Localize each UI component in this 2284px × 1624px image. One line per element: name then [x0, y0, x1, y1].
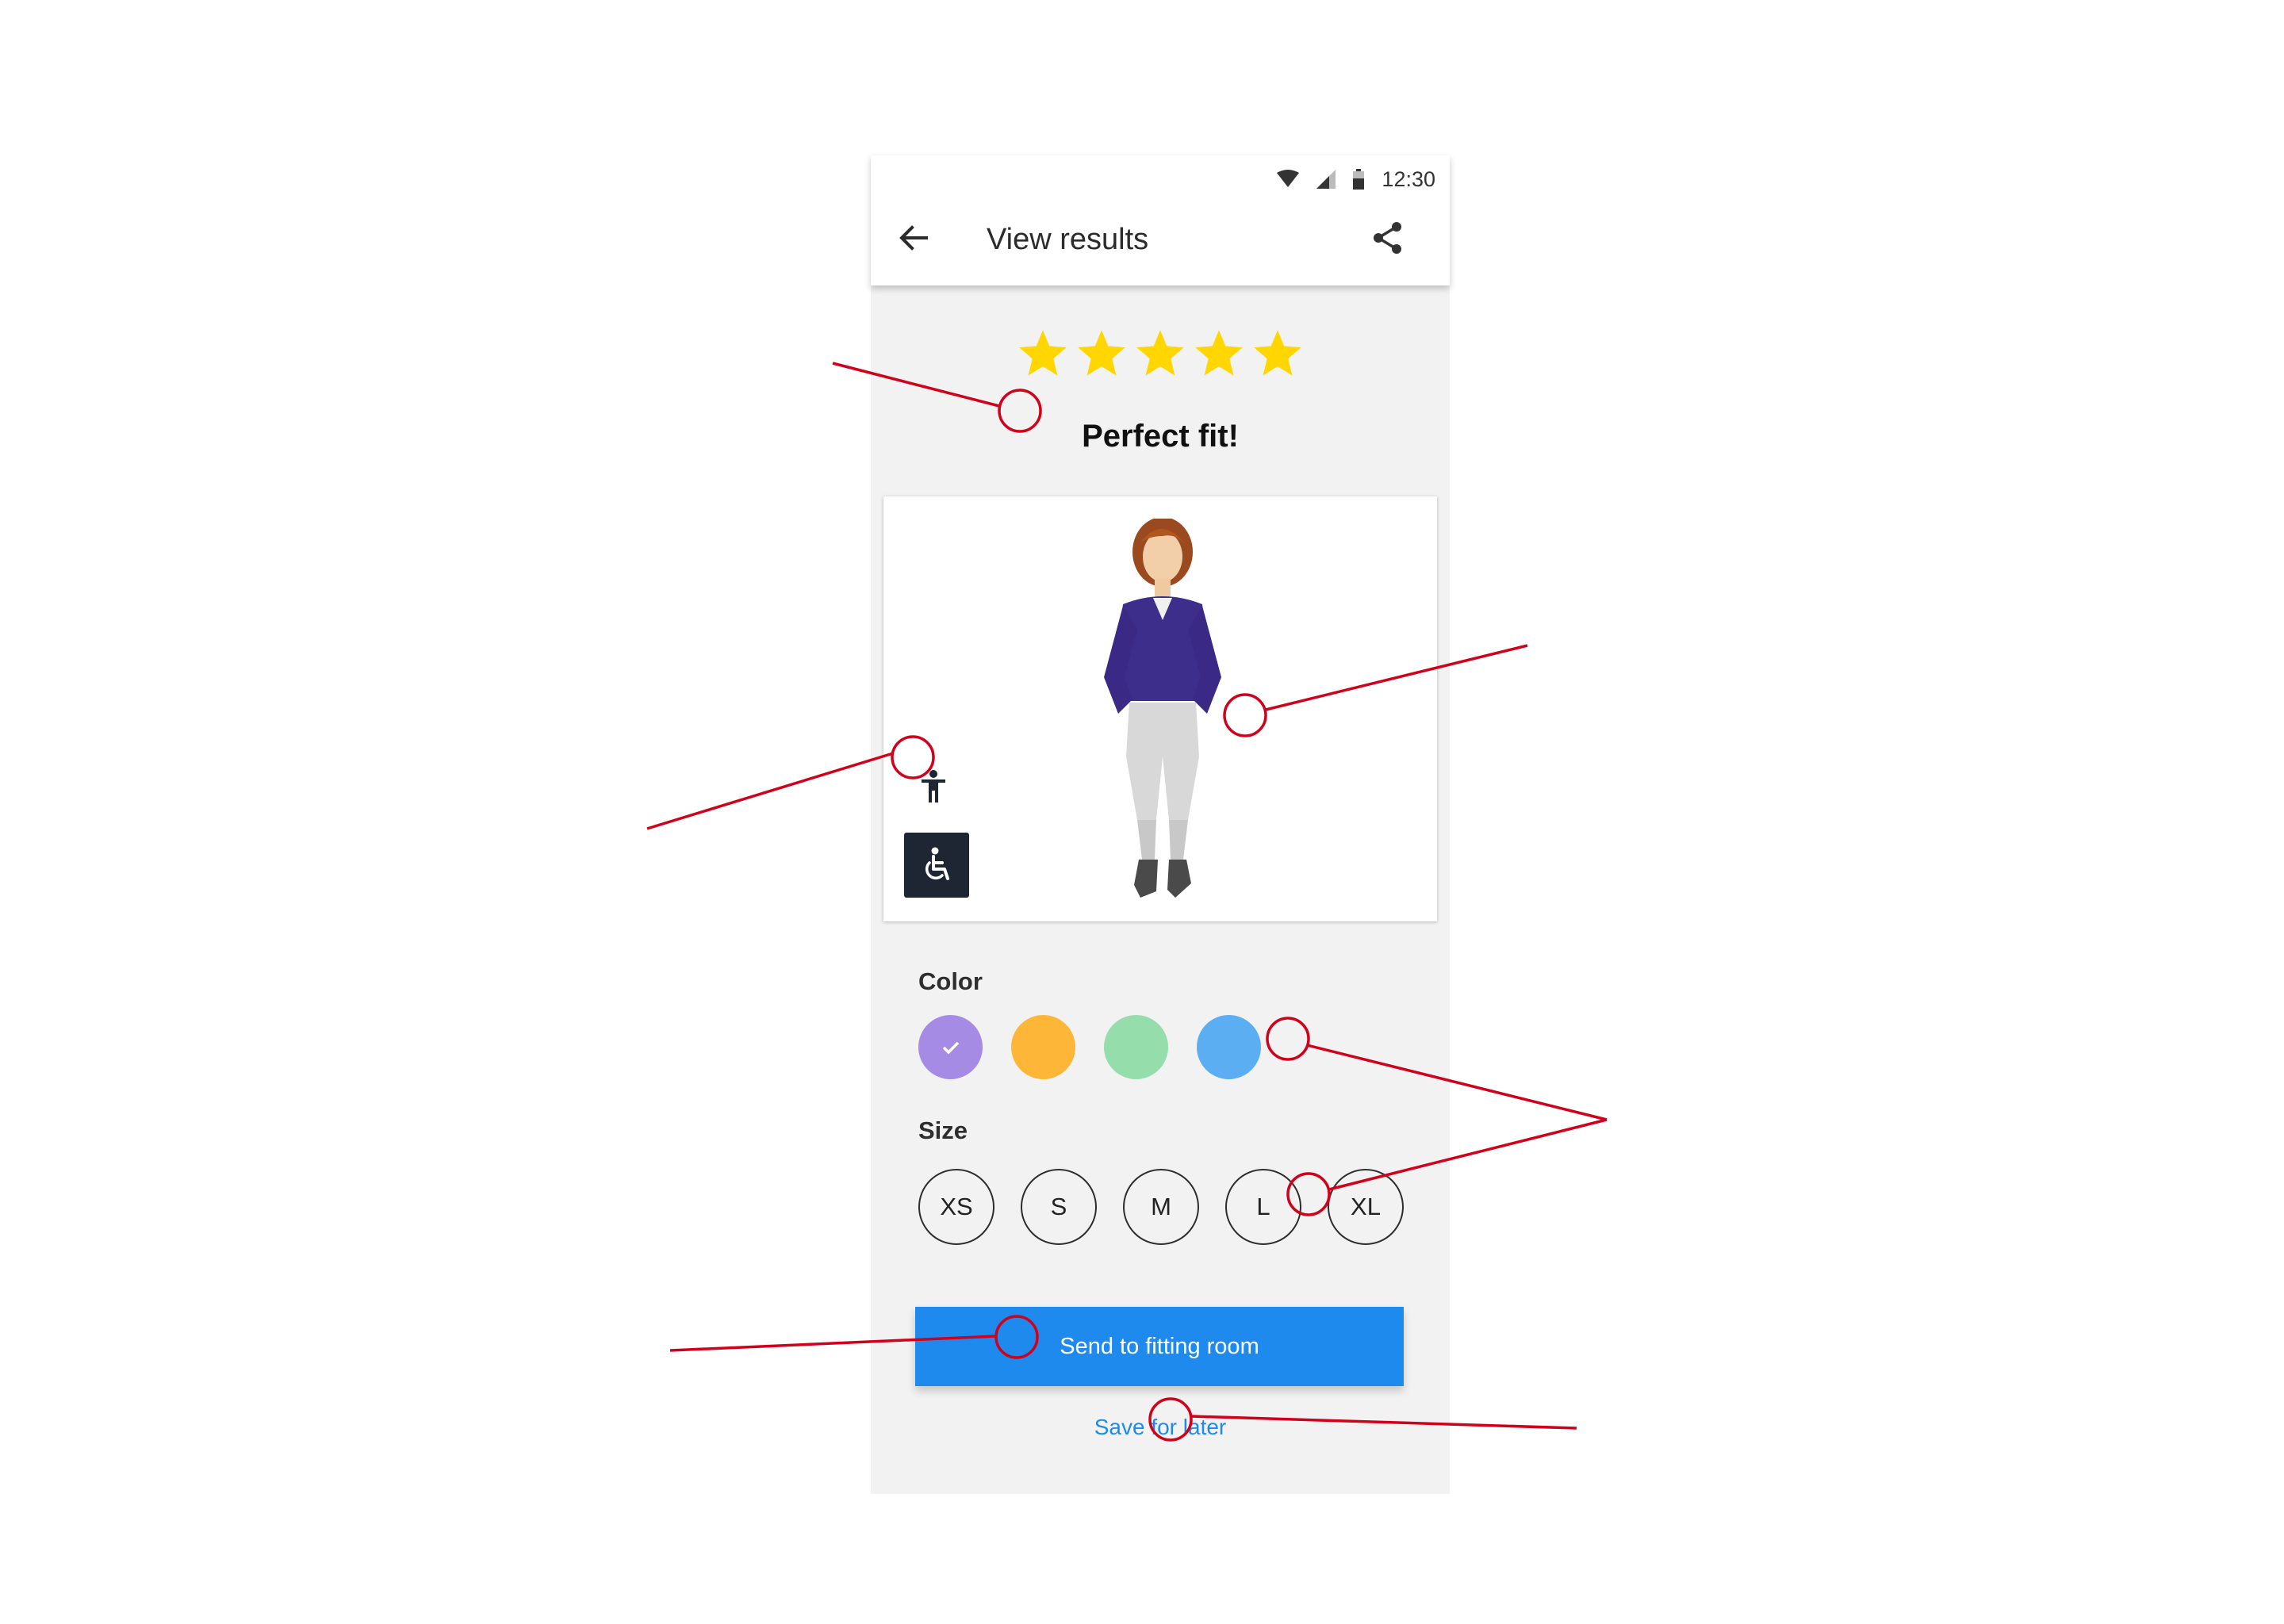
- color-swatch-orange[interactable]: [1011, 1015, 1075, 1079]
- pose-toggle-button[interactable]: [918, 769, 948, 802]
- size-option-m[interactable]: M: [1123, 1169, 1199, 1245]
- phone-screen: 12:30 View results Perfect fit! Color Si…: [871, 155, 1450, 1494]
- avatar-preview[interactable]: [883, 496, 1437, 921]
- page-title: View results: [987, 223, 1149, 256]
- color-swatch-blue[interactable]: [1197, 1015, 1261, 1079]
- wifi-icon: [1277, 170, 1300, 189]
- color-swatch-purple[interactable]: [918, 1015, 983, 1079]
- share-icon: [1374, 222, 1401, 254]
- size-option-xl[interactable]: XL: [1328, 1169, 1404, 1245]
- status-time: 12:30: [1382, 167, 1435, 191]
- seated-pose-button[interactable]: [904, 833, 969, 898]
- check-icon: [942, 1041, 959, 1054]
- color-label: Color: [918, 967, 983, 995]
- fit-message: Perfect fit!: [1082, 419, 1239, 454]
- star-icon: [1254, 330, 1301, 376]
- star-icon: [1195, 330, 1243, 376]
- avatar-figure: [1104, 519, 1221, 898]
- star-icon: [1019, 330, 1067, 376]
- send-to-fitting-room-button[interactable]: Send to fitting room: [915, 1307, 1404, 1386]
- star-icon: [1078, 330, 1125, 376]
- star-icon: [1136, 330, 1184, 376]
- status-bar: 12:30: [1277, 163, 1435, 195]
- save-for-later-link[interactable]: Save for later: [871, 1415, 1450, 1440]
- standing-figure-icon: [922, 770, 945, 802]
- share-button[interactable]: [1369, 219, 1407, 257]
- size-option-s[interactable]: S: [1021, 1169, 1097, 1245]
- battery-icon: [1353, 169, 1365, 190]
- star-rating: [871, 327, 1450, 381]
- callout-line: [646, 752, 894, 830]
- size-options: XS S M L XL: [918, 1169, 1404, 1245]
- color-swatches: [918, 1015, 1261, 1079]
- back-button[interactable]: [895, 219, 933, 257]
- app-bar: 12:30 View results: [871, 155, 1450, 285]
- size-option-l[interactable]: L: [1225, 1169, 1301, 1245]
- color-swatch-green[interactable]: [1104, 1015, 1168, 1079]
- signal-icon: [1316, 170, 1336, 189]
- size-label: Size: [918, 1116, 968, 1144]
- size-option-xs[interactable]: XS: [918, 1169, 994, 1245]
- wheelchair-icon: [925, 847, 949, 880]
- arrow-left-icon: [899, 225, 928, 251]
